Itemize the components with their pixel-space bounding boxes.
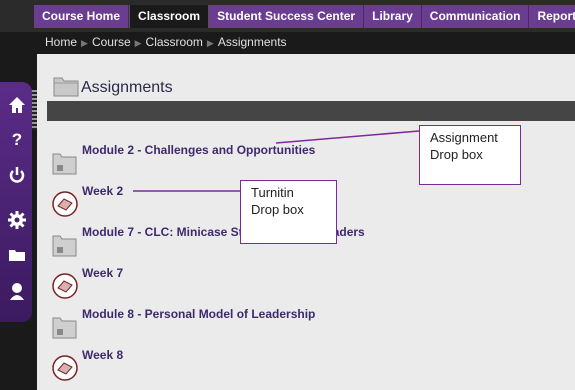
tab-classroom[interactable]: Classroom — [129, 5, 210, 28]
callout-text: Drop box — [430, 147, 483, 162]
turnitin-icon — [51, 272, 79, 300]
folder-icon[interactable] — [4, 242, 30, 268]
assignment-link[interactable]: Module 8 - Personal Model of Leadership — [82, 307, 315, 321]
help-icon[interactable]: ? — [4, 127, 30, 153]
settings-icon[interactable] — [4, 207, 30, 233]
header-bar — [47, 101, 575, 121]
assignment-link[interactable]: Week 2 — [82, 184, 123, 198]
left-rail: ? — [0, 32, 37, 390]
breadcrumb-home[interactable]: Home — [45, 35, 77, 49]
callout-text: Turnitin — [251, 185, 294, 200]
tab-library[interactable]: Library — [364, 5, 422, 28]
assignment-link[interactable]: Module 2 - Challenges and Opportunities — [82, 143, 315, 157]
tab-student-success-center[interactable]: Student Success Center — [209, 5, 365, 28]
rail-panel: ? — [0, 82, 32, 322]
tab-reports[interactable]: Reports — [529, 5, 575, 28]
assignment-link[interactable]: Week 7 — [82, 266, 123, 280]
assignment-link[interactable]: Week 8 — [82, 348, 123, 362]
turnitin-callout: Turnitin Drop box — [240, 180, 337, 244]
user-icon[interactable] — [4, 278, 30, 304]
turnitin-icon — [51, 190, 79, 218]
home-icon[interactable] — [4, 92, 30, 118]
folder-icon — [51, 231, 79, 259]
tab-communication[interactable]: Communication — [421, 5, 530, 28]
breadcrumb-course[interactable]: Course — [92, 35, 131, 49]
breadcrumb-classroom[interactable]: Classroom — [146, 35, 203, 49]
breadcrumb-bar: Home ▶ Course ▶ Classroom ▶ Assignments — [37, 32, 575, 54]
assignment-callout: Assignment Drop box — [419, 125, 521, 185]
top-bar: Course Home Classroom Student Success Ce… — [0, 0, 575, 32]
folder-icon — [51, 313, 79, 341]
breadcrumb: Home ▶ Course ▶ Classroom ▶ Assignments — [45, 35, 287, 49]
tab-course-home[interactable]: Course Home — [34, 5, 130, 28]
breadcrumb-separator-icon: ▶ — [134, 38, 142, 48]
folder-icon — [51, 149, 79, 177]
power-icon[interactable] — [4, 162, 30, 188]
breadcrumb-separator-icon: ▶ — [206, 38, 214, 48]
callout-text: Drop box — [251, 202, 304, 217]
page-title: Assignments — [81, 79, 173, 96]
main-nav: Course Home Classroom Student Success Ce… — [34, 5, 575, 28]
breadcrumb-assignments: Assignments — [217, 35, 287, 49]
callout-text: Assignment — [430, 130, 498, 145]
breadcrumb-separator-icon: ▶ — [81, 38, 88, 48]
folder-icon — [52, 72, 80, 103]
turnitin-icon — [51, 354, 79, 382]
